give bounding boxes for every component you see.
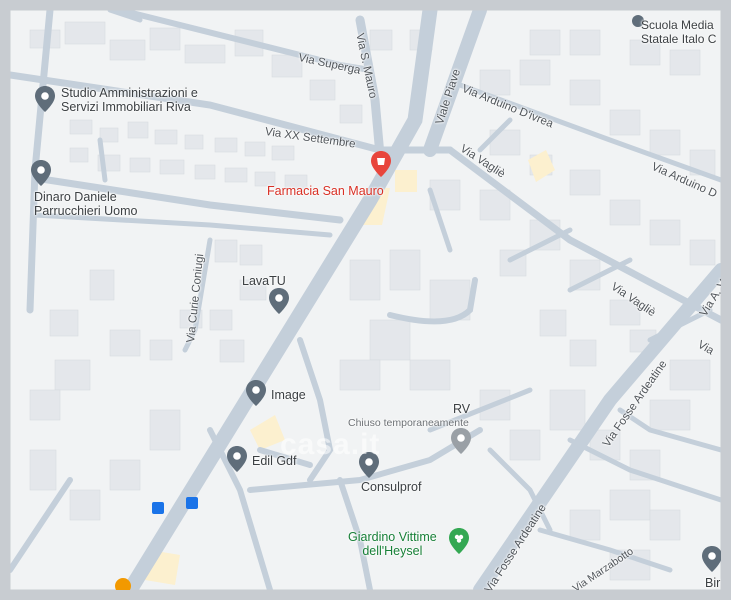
park-icon[interactable]	[449, 528, 469, 554]
food-icon[interactable]	[115, 578, 131, 590]
pin-icon[interactable]	[227, 446, 247, 472]
pharmacy-icon[interactable]	[371, 151, 391, 177]
poi-image-label[interactable]: Image	[271, 388, 306, 402]
pin-icon[interactable]	[31, 160, 51, 186]
poi-consulprof-label[interactable]: Consulprof	[361, 480, 421, 494]
map-frame: Studio Amministrazioni e Servizi Immobili…	[0, 0, 731, 600]
poi-farmacia-san-mauro-label[interactable]: Farmacia San Mauro	[267, 184, 384, 198]
poi-lavatu-label[interactable]: LavaTU	[242, 274, 286, 288]
map-canvas[interactable]: Studio Amministrazioni e Servizi Immobili…	[10, 10, 721, 590]
pin-icon[interactable]	[451, 428, 471, 454]
poi-dinaro-daniele-label[interactable]: Dinaro Daniele Parrucchieri Uomo	[34, 190, 138, 218]
pin-icon[interactable]	[702, 546, 721, 572]
poi-scuola-media-label[interactable]: Scuola Media Statale Italo C	[641, 18, 716, 46]
poi-rv-label[interactable]: RV	[453, 402, 470, 416]
pin-icon[interactable]	[246, 380, 266, 406]
bus-stop-icon[interactable]	[186, 497, 198, 509]
pin-icon[interactable]	[35, 86, 55, 112]
watermark-logo: casa.it	[280, 428, 381, 461]
bus-stop-icon[interactable]	[152, 502, 164, 514]
pin-icon[interactable]	[269, 288, 289, 314]
poi-giardino-label[interactable]: Giardino Vittime dell'Heysel	[348, 530, 437, 558]
poi-studio-amministrazioni-label[interactable]: Studio Amministrazioni e Servizi Immobili…	[61, 86, 198, 114]
poi-bir-label[interactable]: Bir	[705, 576, 720, 590]
